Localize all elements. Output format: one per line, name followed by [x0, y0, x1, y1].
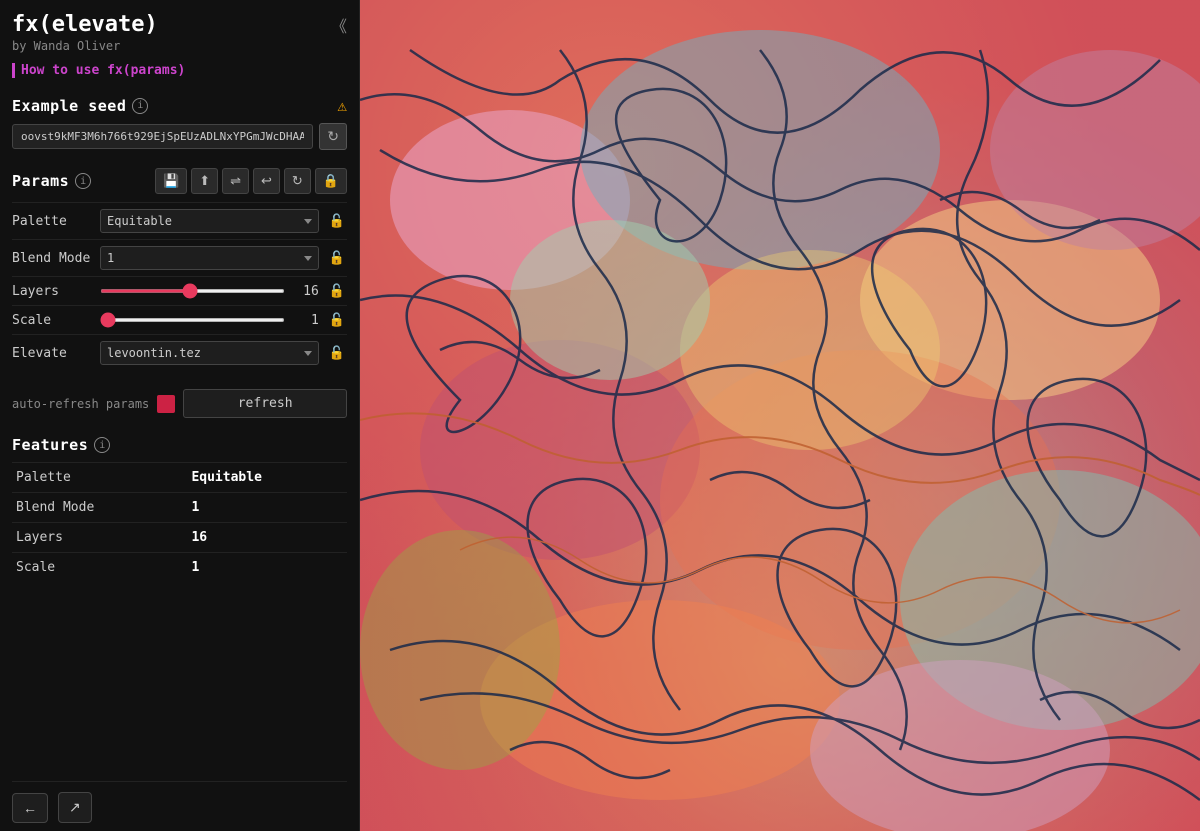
params-section: Params i 💾 ⬆ ⇌ ↩ ↻ 🔒 Palette Equitable R… — [12, 164, 347, 371]
palette-control: Equitable Radiant Muted Bold — [100, 209, 319, 233]
app-title: fx(elevate) — [12, 12, 158, 37]
feature-label: Scale — [12, 553, 187, 583]
seed-input[interactable] — [12, 124, 313, 149]
params-toolbar: 💾 ⬆ ⇌ ↩ ↻ 🔒 — [155, 168, 347, 194]
features-table: PaletteEquitableBlend Mode1Layers16Scale… — [12, 462, 347, 582]
upload-button[interactable]: ⬆ — [191, 168, 218, 194]
features-info-icon[interactable]: i — [94, 437, 110, 453]
title-row: fx(elevate) 《 — [12, 12, 347, 37]
external-link-button[interactable]: ↗ — [58, 792, 92, 823]
feature-label: Layers — [12, 523, 187, 553]
feature-label: Palette — [12, 463, 187, 493]
features-section: Features i PaletteEquitableBlend Mode1La… — [12, 432, 347, 582]
shuffle-button[interactable]: ⇌ — [222, 168, 249, 194]
scale-label: Scale — [12, 313, 92, 328]
auto-refresh-label: auto-refresh params — [12, 397, 149, 411]
blend-mode-lock-button[interactable]: 🔓 — [327, 250, 347, 266]
refresh-button[interactable]: refresh — [183, 389, 347, 418]
how-to-link[interactable]: How to use fx(params) — [12, 63, 347, 78]
feature-value: 1 — [187, 493, 347, 523]
elevate-lock-button[interactable]: 🔓 — [327, 345, 347, 361]
scale-lock-button[interactable]: 🔓 — [327, 312, 347, 328]
params-header: Params i 💾 ⬆ ⇌ ↩ ↻ 🔒 — [12, 168, 347, 194]
elevate-label: Elevate — [12, 346, 92, 361]
param-row-palette: Palette Equitable Radiant Muted Bold 🔓 — [12, 202, 347, 239]
feature-value: Equitable — [187, 463, 347, 493]
seed-title: Example seed — [12, 97, 126, 115]
seed-header: Example seed i ⚠ — [12, 96, 347, 115]
feature-value: 16 — [187, 523, 347, 553]
collapse-button[interactable]: 《 — [331, 13, 347, 37]
layers-slider[interactable] — [100, 289, 285, 293]
feature-row: Scale1 — [12, 553, 347, 583]
author-label: by Wanda Oliver — [12, 39, 347, 53]
artwork-svg — [360, 0, 1200, 831]
save-button[interactable]: 💾 — [155, 168, 187, 194]
layers-label: Layers — [12, 284, 92, 299]
blend-mode-control: 1 2 3 4 — [100, 246, 319, 270]
feature-row: Layers16 — [12, 523, 347, 553]
elevate-select[interactable]: levoontin.tez other.tez — [100, 341, 319, 365]
seed-section: Example seed i ⚠ ↻ — [12, 92, 347, 150]
back-button[interactable]: ← — [12, 793, 48, 823]
palette-label: Palette — [12, 214, 92, 229]
features-header: Features i — [12, 436, 347, 454]
palette-select[interactable]: Equitable Radiant Muted Bold — [100, 209, 319, 233]
scale-value: 1 — [291, 313, 319, 328]
left-panel: fx(elevate) 《 by Wanda Oliver How to use… — [0, 0, 360, 831]
scale-slider-wrapper: 1 — [100, 313, 319, 328]
palette-lock-button[interactable]: 🔓 — [327, 213, 347, 229]
right-panel — [360, 0, 1200, 831]
refresh-row: auto-refresh params refresh — [12, 389, 347, 418]
seed-warn-icon: ⚠ — [337, 96, 347, 115]
feature-label: Blend Mode — [12, 493, 187, 523]
feature-row: PaletteEquitable — [12, 463, 347, 493]
params-title: Params — [12, 172, 69, 190]
auto-refresh-toggle[interactable] — [157, 395, 175, 413]
feature-row: Blend Mode1 — [12, 493, 347, 523]
param-row-elevate: Elevate levoontin.tez other.tez 🔓 — [12, 334, 347, 371]
undo-button[interactable]: ↩ — [253, 168, 280, 194]
param-row-blend-mode: Blend Mode 1 2 3 4 🔓 — [12, 239, 347, 276]
redo-button[interactable]: ↻ — [284, 168, 311, 194]
layers-value: 16 — [291, 284, 319, 299]
elevate-control: levoontin.tez other.tez — [100, 341, 319, 365]
lock-all-button[interactable]: 🔒 — [315, 168, 347, 194]
bottom-nav: ← ↗ — [12, 781, 347, 823]
blend-mode-select[interactable]: 1 2 3 4 — [100, 246, 319, 270]
param-row-layers: Layers 16 🔓 — [12, 276, 347, 305]
feature-value: 1 — [187, 553, 347, 583]
refresh-seed-button[interactable]: ↻ — [319, 123, 347, 150]
layers-lock-button[interactable]: 🔓 — [327, 283, 347, 299]
param-row-scale: Scale 1 🔓 — [12, 305, 347, 334]
scale-slider[interactable] — [100, 318, 285, 322]
features-title: Features — [12, 436, 88, 454]
layers-slider-wrapper: 16 — [100, 284, 319, 299]
seed-info-icon[interactable]: i — [132, 98, 148, 114]
seed-input-row: ↻ — [12, 123, 347, 150]
artwork-display — [360, 0, 1200, 831]
params-info-icon[interactable]: i — [75, 173, 91, 189]
blend-mode-label: Blend Mode — [12, 251, 92, 266]
